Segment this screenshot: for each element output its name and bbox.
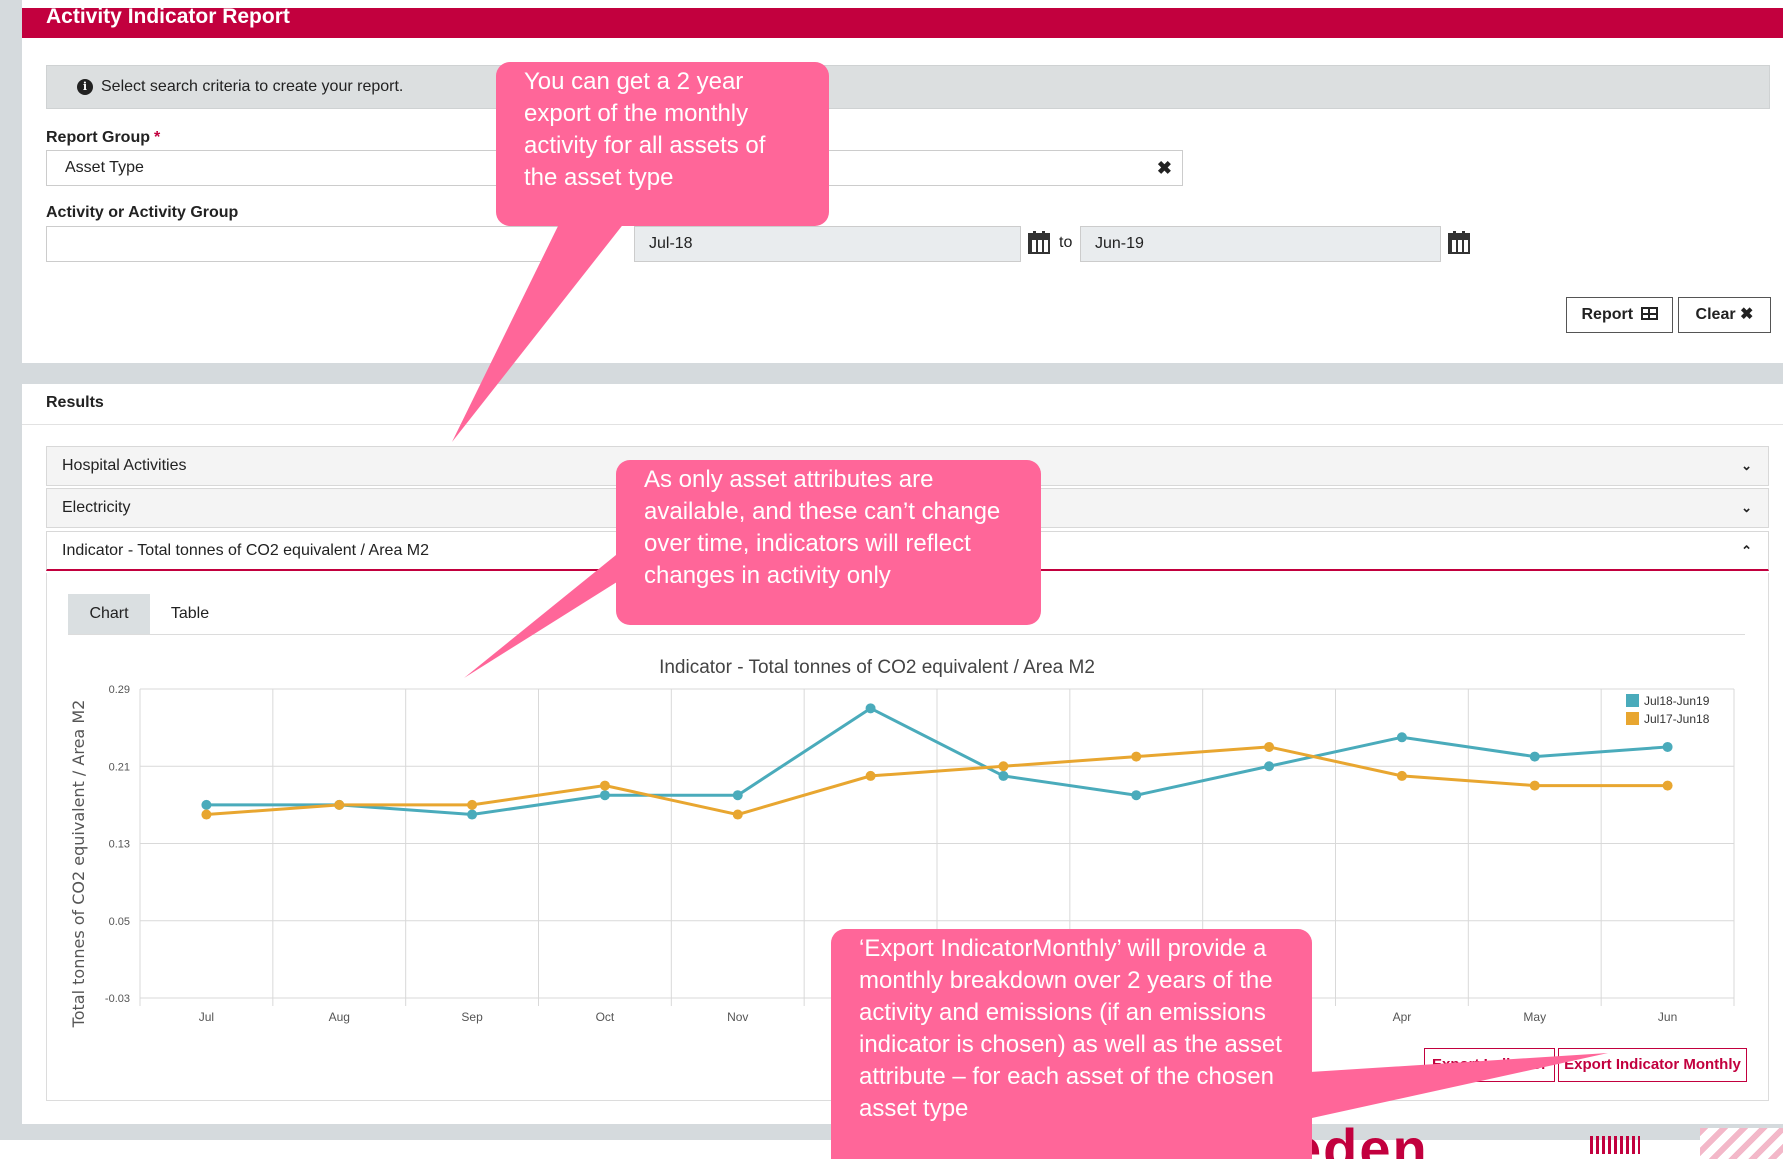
clear-button[interactable]: Clear ✖ bbox=[1678, 297, 1771, 333]
calendar-from-icon[interactable] bbox=[1028, 231, 1050, 255]
clear-button-label: Clear bbox=[1695, 306, 1736, 323]
y-tick-label: 0.29 bbox=[109, 684, 130, 696]
required-mark: * bbox=[154, 129, 161, 146]
data-point-series-2 bbox=[1264, 741, 1275, 752]
callout-attributes-note: As only asset attributes are available, … bbox=[616, 460, 1041, 625]
y-tick-label: 0.13 bbox=[109, 839, 130, 851]
x-tick-label: Nov bbox=[727, 1010, 748, 1024]
data-point-series-1 bbox=[467, 809, 478, 820]
y-tick-label: 0.21 bbox=[109, 761, 130, 773]
info-text: Select search criteria to create your re… bbox=[101, 78, 404, 95]
data-point-series-1 bbox=[1529, 751, 1540, 762]
export-indicator-button[interactable]: Export Indicator bbox=[1424, 1048, 1555, 1082]
x-tick-label: Jul bbox=[199, 1010, 214, 1024]
x-tick-label: Oct bbox=[596, 1010, 615, 1024]
data-point-series-2 bbox=[732, 809, 743, 820]
left-frame bbox=[0, 0, 22, 1140]
legend-label: Jul18-Jun19 bbox=[1644, 694, 1710, 708]
data-point-series-2 bbox=[998, 761, 1009, 772]
activity-label: Activity or Activity Group bbox=[46, 204, 239, 221]
tab-underline bbox=[68, 634, 1745, 635]
data-point-series-2 bbox=[1396, 770, 1407, 781]
chart-title: Indicator - Total tonnes of CO2 equivale… bbox=[659, 657, 1095, 678]
page-header: Activity Indicator Report bbox=[22, 5, 1783, 38]
data-point-series-1 bbox=[865, 703, 876, 714]
data-point-series-1 bbox=[1662, 741, 1673, 752]
callout-export-note: You can get a 2 year export of the month… bbox=[496, 62, 829, 226]
data-point-series-1 bbox=[201, 799, 212, 810]
data-point-series-1 bbox=[1264, 761, 1275, 772]
report-group-label: Report Group * bbox=[46, 129, 160, 147]
data-point-series-2 bbox=[201, 809, 212, 820]
data-point-series-1 bbox=[732, 790, 743, 801]
data-point-series-2 bbox=[599, 780, 610, 791]
page-title: Activity Indicator Report bbox=[46, 5, 290, 28]
x-tick-label: May bbox=[1523, 1010, 1546, 1024]
chevron-up-icon: ⌃ bbox=[1741, 543, 1752, 558]
chevron-down-icon: ⌄ bbox=[1741, 500, 1752, 515]
y-tick-label: 0.05 bbox=[109, 916, 130, 928]
x-tick-label: Sep bbox=[461, 1010, 483, 1024]
date-to-input[interactable]: Jun-19 bbox=[1080, 226, 1441, 262]
report-button-label: Report bbox=[1581, 306, 1634, 323]
data-point-series-2 bbox=[1131, 751, 1142, 762]
data-point-series-2 bbox=[1529, 780, 1540, 791]
calendar-to-icon[interactable] bbox=[1448, 231, 1470, 255]
results-divider bbox=[22, 424, 1783, 425]
report-group-value: Asset Type bbox=[65, 159, 144, 176]
stripe-graphic bbox=[1700, 1128, 1783, 1159]
report-group-label-text: Report Group bbox=[46, 129, 150, 146]
x-tick-label: Jun bbox=[1658, 1010, 1677, 1024]
y-axis-label: Total tonnes of CO2 equivalent / Area M2 bbox=[69, 700, 88, 1029]
legend-swatch bbox=[1626, 712, 1639, 725]
legend-swatch bbox=[1626, 694, 1639, 707]
data-point-series-2 bbox=[865, 770, 876, 781]
section-divider bbox=[22, 363, 1783, 384]
callout-monthly-export-note: ‘Export IndicatorMonthly’ will provide a… bbox=[831, 929, 1312, 1159]
data-point-series-1 bbox=[998, 770, 1009, 781]
data-point-series-1 bbox=[1396, 732, 1407, 743]
info-bar: i Select search criteria to create your … bbox=[46, 65, 1770, 109]
data-point-series-2 bbox=[1662, 780, 1673, 791]
data-point-series-1 bbox=[599, 790, 610, 801]
y-tick-label: -0.03 bbox=[105, 993, 130, 1005]
tab-table[interactable]: Table bbox=[150, 594, 230, 634]
data-point-series-1 bbox=[1131, 790, 1142, 801]
accordion-label: Indicator - Total tonnes of CO2 equivale… bbox=[62, 542, 430, 559]
x-tick-label: Aug bbox=[329, 1010, 350, 1024]
data-point-series-2 bbox=[467, 799, 478, 810]
tab-chart[interactable]: Chart bbox=[68, 594, 150, 634]
barcode-graphic bbox=[1590, 1136, 1640, 1154]
chevron-down-icon: ⌄ bbox=[1741, 458, 1752, 473]
results-title: Results bbox=[46, 394, 104, 411]
info-icon: i bbox=[77, 79, 93, 95]
clear-selection-icon[interactable]: ✖ bbox=[1157, 151, 1172, 185]
legend-label: Jul17-Jun18 bbox=[1644, 712, 1710, 726]
report-button[interactable]: Report bbox=[1566, 297, 1673, 333]
table-icon bbox=[1640, 307, 1658, 320]
accordion-label: Electricity bbox=[62, 499, 131, 516]
date-range-separator: to bbox=[1059, 234, 1073, 251]
activity-input[interactable] bbox=[46, 226, 566, 262]
close-icon: ✖ bbox=[1740, 306, 1754, 323]
data-point-series-2 bbox=[334, 799, 345, 810]
accordion-label: Hospital Activities bbox=[62, 457, 187, 474]
date-from-input[interactable]: Jul-18 bbox=[634, 226, 1021, 262]
x-tick-label: Apr bbox=[1393, 1010, 1412, 1024]
export-indicator-monthly-button[interactable]: Export Indicator Monthly bbox=[1558, 1048, 1747, 1082]
